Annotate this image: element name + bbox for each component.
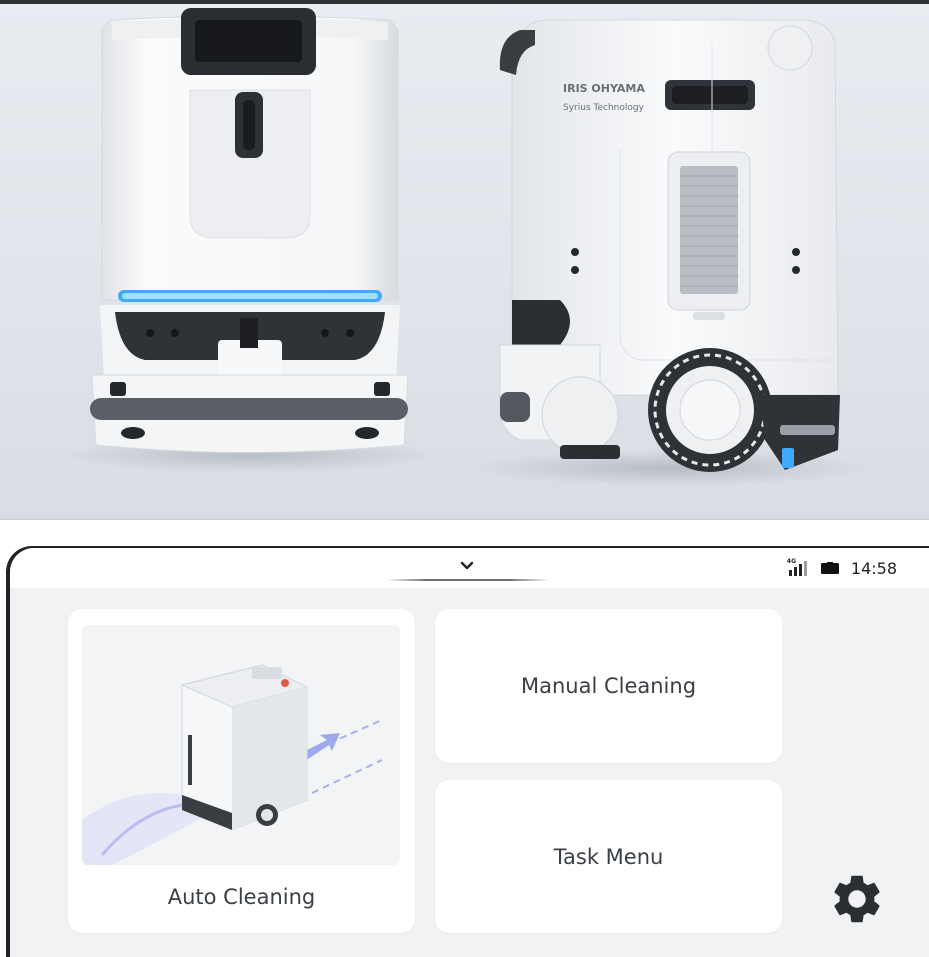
tablet-screen: 4G 14:58 Auto Cleaning Manual Cleaning T… (10, 548, 929, 957)
gear-icon (834, 875, 880, 923)
drawer-handle-line (386, 579, 550, 581)
auto-cleaning-illustration (82, 625, 400, 865)
robot-side-view: IRIS OHYAMA Syrius Technology (499, 19, 840, 472)
status-bar: 4G 14:58 (10, 548, 929, 588)
chevron-down-icon (460, 561, 474, 570)
task-menu-button[interactable]: Task Menu (435, 780, 782, 933)
product-photo: IRIS OHYAMA Syrius Technology (0, 0, 929, 520)
brand-name-text: IRIS OHYAMA (563, 82, 645, 95)
auto-cleaning-button[interactable]: Auto Cleaning (68, 609, 415, 933)
manual-cleaning-button[interactable]: Manual Cleaning (435, 609, 782, 763)
photo-bottom-border (0, 519, 929, 520)
tablet-bezel: 4G 14:58 Auto Cleaning Manual Cleaning T… (6, 546, 929, 957)
settings-button[interactable] (827, 869, 887, 929)
robot-front-view (90, 8, 409, 453)
status-indicators: 4G 14:58 (787, 557, 897, 579)
robot-illustration: IRIS OHYAMA Syrius Technology (60, 8, 870, 486)
signal-icon: 4G (787, 558, 809, 577)
task-menu-label: Task Menu (553, 844, 664, 869)
status-time: 14:58 (850, 558, 897, 578)
pull-down-handle[interactable] (457, 556, 477, 576)
battery-icon (820, 562, 839, 574)
manual-cleaning-label: Manual Cleaning (520, 674, 697, 698)
auto-cleaning-label: Auto Cleaning (167, 885, 316, 909)
brand-tagline-text: Syrius Technology (563, 103, 645, 113)
